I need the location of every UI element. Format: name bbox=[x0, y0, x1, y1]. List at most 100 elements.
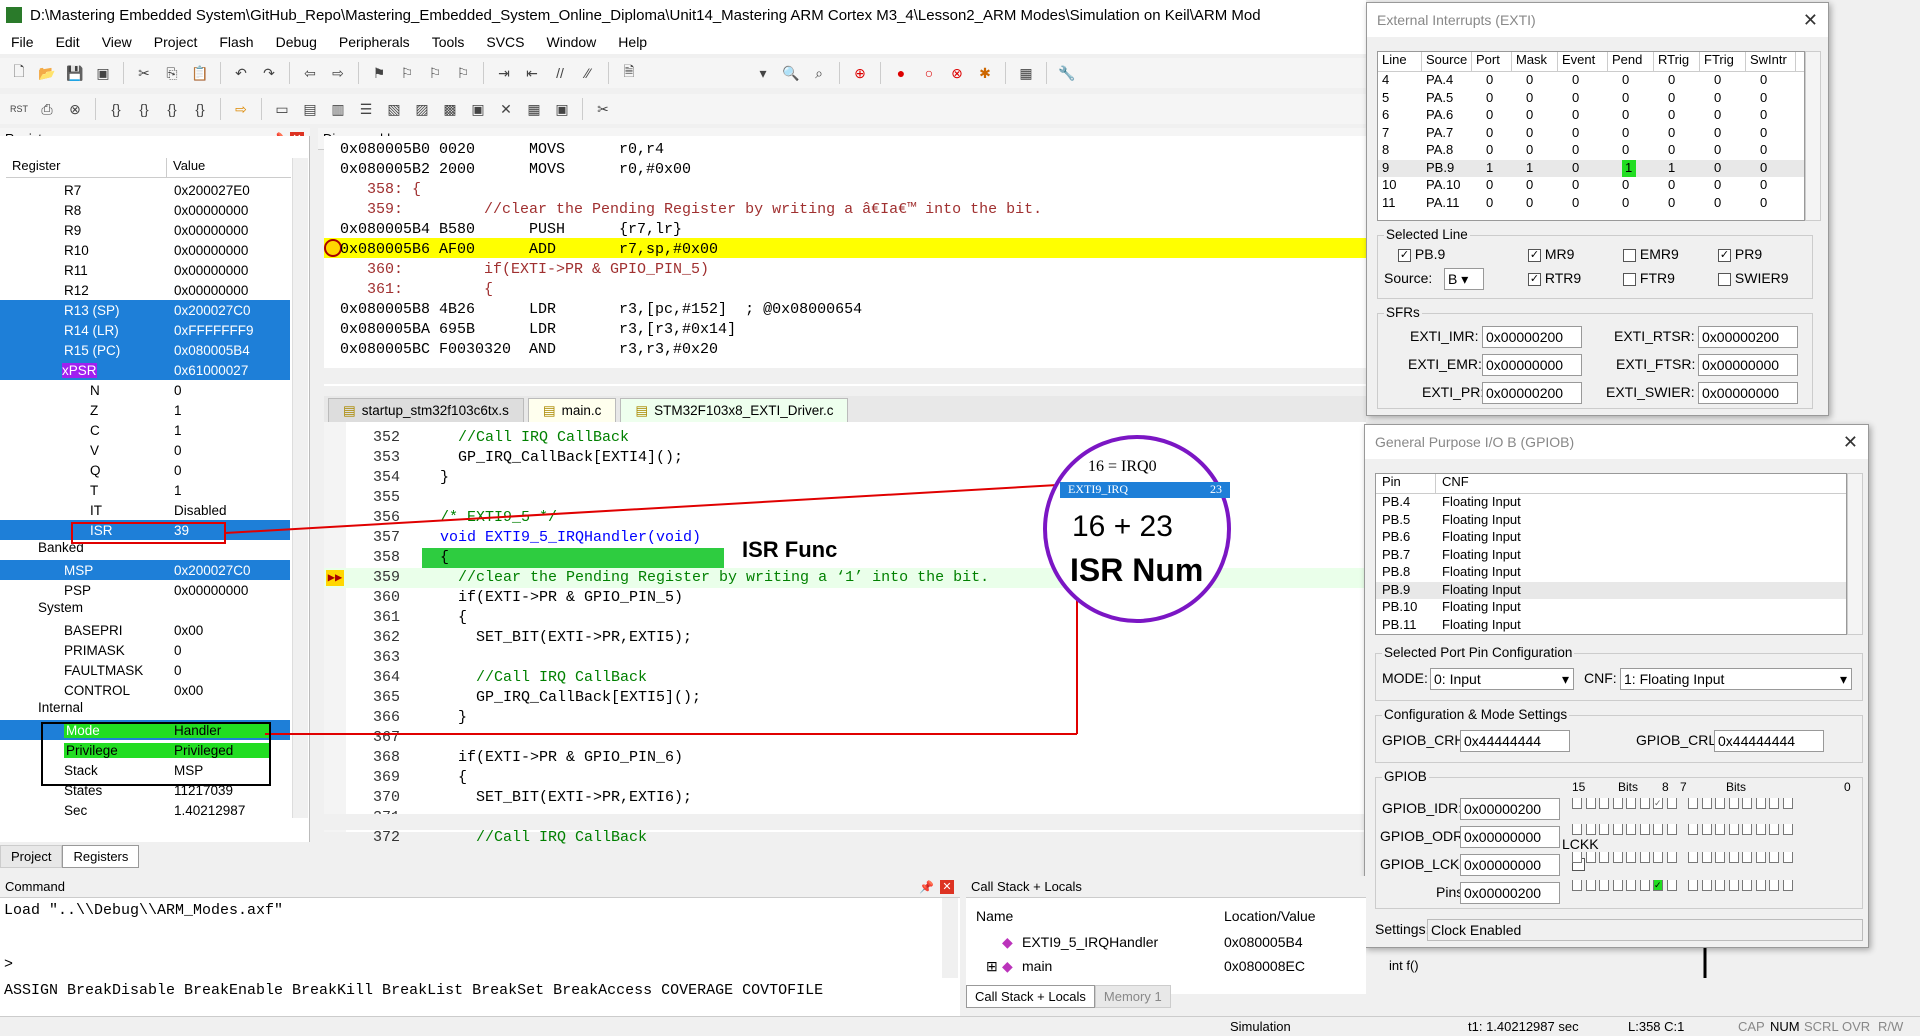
bit-checkbox[interactable] bbox=[1701, 880, 1712, 891]
gpio-row[interactable]: PB.9 Floating Input bbox=[1376, 581, 1846, 599]
gpio-row[interactable]: PB.6 Floating Input bbox=[1376, 529, 1846, 547]
bit-checkbox[interactable] bbox=[1688, 880, 1698, 891]
rtr9-checkbox[interactable]: ✓ bbox=[1528, 272, 1541, 286]
bit-checkbox[interactable] bbox=[1701, 798, 1712, 809]
gpio-row[interactable]: PB.7 Floating Input bbox=[1376, 547, 1846, 565]
tab-memory1[interactable]: Memory 1 bbox=[1094, 985, 1171, 1008]
gpio-pin-table[interactable]: Pin CNF PB.4 Floating Input PB.5 Floating I… bbox=[1375, 473, 1847, 635]
exti-column-header[interactable]: Line bbox=[1378, 52, 1422, 71]
exti-row[interactable]: 6 PA.6 0 0 0 0 0 0 0 bbox=[1378, 107, 1804, 125]
close-icon[interactable]: ✕ bbox=[1803, 10, 1818, 31]
callstack-frame-name[interactable]: main bbox=[1022, 958, 1052, 974]
close-icon[interactable]: ✕ bbox=[940, 879, 954, 894]
gpio-row[interactable]: PB.10 Floating Input bbox=[1376, 599, 1846, 617]
bit-checkbox[interactable] bbox=[1715, 880, 1725, 891]
pb9-checkbox[interactable]: ✓ bbox=[1398, 248, 1411, 262]
exti-column-header[interactable]: RTrig bbox=[1654, 52, 1700, 71]
bit-checkbox[interactable] bbox=[1599, 880, 1609, 891]
exti-row[interactable]: 5 PA.5 0 0 0 0 0 0 0 bbox=[1378, 90, 1804, 108]
bit-checkbox[interactable] bbox=[1599, 852, 1609, 863]
bit-checkbox[interactable] bbox=[1572, 824, 1582, 835]
exti-emr-field[interactable]: 0x00000000 bbox=[1482, 354, 1582, 376]
gpio-row[interactable]: PB.8 Floating Input bbox=[1376, 564, 1846, 582]
exti-ftsr-field[interactable]: 0x00000000 bbox=[1698, 354, 1798, 376]
exti-table[interactable]: Line Source Port Mask Event Pend RTrig FTrig SwI… bbox=[1377, 51, 1805, 221]
column-name[interactable]: Name bbox=[976, 908, 1013, 924]
idr-field[interactable]: 0x00000200 bbox=[1460, 798, 1560, 820]
bit-checkbox[interactable] bbox=[1782, 880, 1793, 891]
bit-checkbox[interactable] bbox=[1626, 880, 1636, 891]
bit-checkbox[interactable] bbox=[1585, 852, 1596, 863]
crh-field[interactable]: 0x44444444 bbox=[1460, 730, 1570, 752]
exti-column-header[interactable]: Event bbox=[1558, 52, 1608, 71]
bit-checkbox[interactable] bbox=[1612, 824, 1623, 835]
exti-pr-field[interactable]: 0x00000200 bbox=[1482, 382, 1582, 404]
pins-field[interactable]: 0x00000200 bbox=[1460, 882, 1560, 904]
bit-checkbox[interactable] bbox=[1782, 824, 1793, 835]
exti-swier-field[interactable]: 0x00000000 bbox=[1698, 382, 1798, 404]
source-select[interactable]: B ▾ bbox=[1444, 268, 1484, 290]
bit-checkbox[interactable] bbox=[1728, 852, 1739, 863]
bit-checkbox[interactable] bbox=[1666, 852, 1677, 863]
exti-row[interactable]: 8 PA.8 0 0 0 0 0 0 0 bbox=[1378, 142, 1804, 160]
bit-checkbox[interactable] bbox=[1755, 880, 1766, 891]
bit-checkbox[interactable] bbox=[1666, 824, 1677, 835]
gpio-row[interactable]: PB.4 Floating Input bbox=[1376, 494, 1846, 512]
bit-checkbox[interactable] bbox=[1728, 880, 1739, 891]
callstack-frame-name[interactable]: EXTI9_5_IRQHandler bbox=[1022, 934, 1158, 950]
exti-imr-field[interactable]: 0x00000200 bbox=[1482, 326, 1582, 348]
bit-checkbox[interactable] bbox=[1742, 824, 1752, 835]
column-location[interactable]: Location/Value bbox=[1224, 908, 1316, 924]
odr-field[interactable]: 0x00000000 bbox=[1460, 826, 1560, 848]
bit-checkbox[interactable] bbox=[1612, 852, 1623, 863]
mode-select[interactable]: 0: Input ▾ bbox=[1430, 668, 1574, 690]
bit-checkbox[interactable] bbox=[1599, 824, 1609, 835]
exti-column-header[interactable]: Mask bbox=[1512, 52, 1558, 71]
bit-checkbox[interactable] bbox=[1653, 824, 1663, 835]
bit-checkbox[interactable] bbox=[1572, 880, 1582, 891]
bit-checkbox[interactable] bbox=[1715, 852, 1725, 863]
tab-callstack[interactable]: Call Stack + Locals bbox=[966, 985, 1095, 1008]
exti-scrollbar[interactable] bbox=[1805, 51, 1821, 221]
exti-column-header[interactable]: SwIntr bbox=[1746, 52, 1796, 71]
lckr-field[interactable]: 0x00000000 bbox=[1460, 854, 1560, 876]
bit-checkbox[interactable] bbox=[1701, 852, 1712, 863]
bit-checkbox[interactable] bbox=[1653, 852, 1663, 863]
bit-checkbox[interactable] bbox=[1599, 798, 1609, 809]
exti-column-header[interactable]: Port bbox=[1472, 52, 1512, 71]
command-input[interactable] bbox=[14, 956, 944, 976]
bit-checkbox[interactable] bbox=[1742, 798, 1752, 809]
bit-checkbox[interactable] bbox=[1769, 824, 1779, 835]
bit-checkbox[interactable] bbox=[1769, 852, 1779, 863]
bit-checkbox[interactable] bbox=[1688, 824, 1698, 835]
ftr9-checkbox[interactable] bbox=[1623, 272, 1636, 286]
bit-checkbox[interactable] bbox=[1639, 852, 1650, 863]
gpio-row[interactable]: PB.11 Floating Input bbox=[1376, 617, 1846, 635]
bit-checkbox[interactable] bbox=[1626, 852, 1636, 863]
exti-row[interactable]: 11 PA.11 0 0 0 0 0 0 0 bbox=[1378, 195, 1804, 213]
bit-checkbox[interactable] bbox=[1688, 798, 1698, 809]
gpio-row[interactable]: PB.5 Floating Input bbox=[1376, 512, 1846, 530]
command-scrollbar[interactable] bbox=[942, 898, 958, 978]
bit-checkbox[interactable] bbox=[1639, 824, 1650, 835]
bit-checkbox[interactable] bbox=[1612, 880, 1623, 891]
exti-row[interactable]: 4 PA.4 0 0 0 0 0 0 0 bbox=[1378, 72, 1804, 90]
bit-checkbox[interactable] bbox=[1612, 798, 1623, 809]
pr9-checkbox[interactable]: ✓ bbox=[1718, 248, 1731, 262]
bit-checkbox[interactable] bbox=[1782, 798, 1793, 809]
bit-checkbox[interactable] bbox=[1639, 798, 1650, 809]
expand-icon[interactable]: ⊞ bbox=[986, 958, 998, 975]
emr9-checkbox[interactable] bbox=[1623, 248, 1636, 262]
swier9-checkbox[interactable] bbox=[1718, 272, 1731, 286]
exti-column-header[interactable]: FTrig bbox=[1700, 52, 1746, 71]
bit-checkbox[interactable] bbox=[1755, 824, 1766, 835]
bit-checkbox[interactable] bbox=[1572, 798, 1582, 809]
crl-field[interactable]: 0x44444444 bbox=[1714, 730, 1824, 752]
bit-checkbox[interactable] bbox=[1585, 824, 1596, 835]
bit-checkbox[interactable] bbox=[1715, 824, 1725, 835]
bit-checkbox[interactable] bbox=[1666, 798, 1677, 809]
exti-column-header[interactable]: Pend bbox=[1608, 52, 1654, 71]
bit-checkbox[interactable] bbox=[1742, 852, 1752, 863]
bit-checkbox[interactable] bbox=[1572, 852, 1582, 863]
bit-checkbox[interactable]: ✓ bbox=[1653, 798, 1663, 809]
